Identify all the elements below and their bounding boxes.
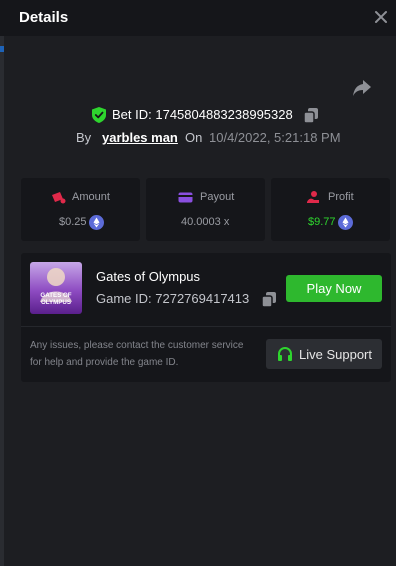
divider: [21, 326, 391, 327]
profit-card: Profit $9.77: [271, 178, 390, 241]
game-thumbnail[interactable]: GATES OF OLYMPUS: [30, 262, 82, 314]
profit-icon: [307, 191, 319, 203]
thumb-text-2: OLYMPUS: [41, 299, 71, 306]
profit-value: $9.77: [308, 216, 336, 228]
amount-header: Amount: [21, 190, 140, 206]
game-card: GATES OF OLYMPUS Gates of Olympus Game I…: [21, 253, 391, 382]
page-title: Details: [19, 9, 69, 26]
shield-check-icon: [92, 107, 106, 123]
eth-coin-icon: [89, 215, 104, 230]
bet-id-value: 1745804883238995328: [155, 107, 293, 122]
game-id-value: 7272769417413: [155, 291, 250, 306]
live-support-label: Live Support: [299, 347, 372, 362]
thumb-text-1: GATES OF: [40, 292, 71, 299]
amount-value: $0.25: [59, 216, 87, 228]
bet-date: 10/4/2022, 5:21:18 PM: [209, 130, 341, 145]
game-title: Gates of Olympus: [96, 269, 201, 284]
copy-icon[interactable]: [262, 292, 276, 307]
profit-header: Profit: [271, 190, 390, 206]
copy-icon[interactable]: [304, 108, 318, 123]
details-header: Details: [0, 0, 396, 36]
by-label: By: [76, 130, 92, 145]
eth-coin-icon: [338, 215, 353, 230]
headset-icon: [278, 347, 292, 361]
username-link[interactable]: yarbles man: [102, 130, 178, 145]
bet-id: Bet ID: 1745804883238995328: [112, 107, 293, 122]
amount-card: Amount $0.25: [21, 178, 140, 241]
game-id: Game ID: 7272769417413: [96, 291, 249, 306]
support-hint-text: Any issues, please contact the customer …: [30, 340, 244, 368]
game-id-label: Game ID:: [96, 291, 156, 306]
live-support-button[interactable]: Live Support: [266, 339, 382, 369]
play-now-button[interactable]: Play Now: [286, 275, 382, 302]
share-icon[interactable]: [352, 79, 372, 97]
on-label: On: [185, 130, 203, 145]
amount-icon: [52, 192, 66, 204]
close-icon[interactable]: [372, 8, 390, 26]
background-accent: [0, 46, 4, 52]
payout-card-icon: [178, 192, 193, 203]
payout-label: Payout: [200, 191, 235, 203]
bet-id-row: Bet ID: 1745804883238995328: [0, 106, 396, 124]
bet-author-row: By yarbles man On 10/4/2022, 5:21:18 PM: [0, 129, 396, 147]
payout-card: Payout 40.0003 x: [146, 178, 265, 241]
payout-value: 40.0003 x: [181, 216, 230, 228]
background-strip: [0, 0, 4, 566]
amount-label: Amount: [72, 191, 110, 203]
bet-id-label: Bet ID:: [112, 107, 156, 122]
payout-header: Payout: [146, 190, 265, 206]
profit-label: Profit: [328, 191, 354, 203]
